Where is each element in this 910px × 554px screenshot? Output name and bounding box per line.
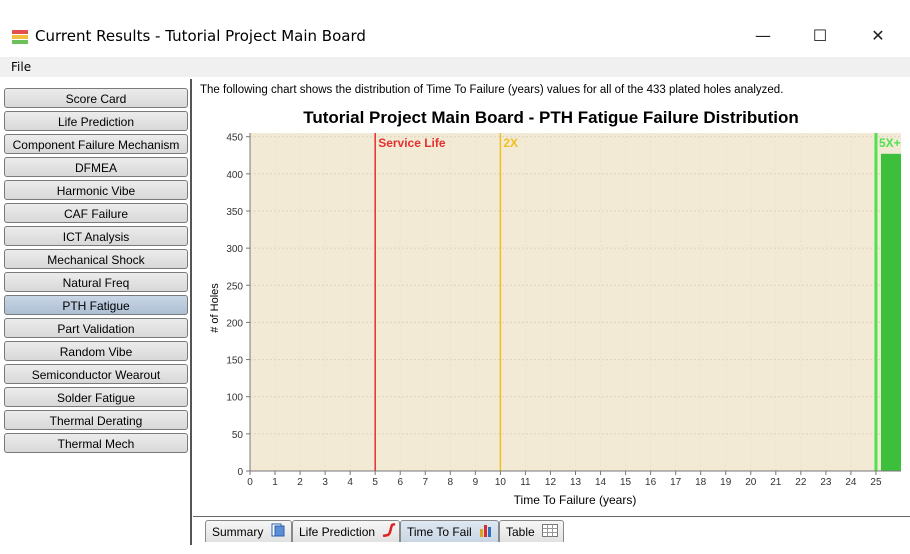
- tab-summary[interactable]: Summary: [205, 520, 292, 542]
- x-tick-label: 23: [820, 477, 832, 488]
- sidebar-item-life-prediction[interactable]: Life Prediction: [4, 111, 188, 131]
- minimize-button[interactable]: —: [740, 18, 786, 54]
- tab-time-to-fail-label: Time To Fail: [407, 525, 472, 539]
- sidebar-item-dfmea[interactable]: DFMEA: [4, 157, 188, 177]
- y-tick-label: 50: [232, 430, 244, 441]
- failure-distribution-chart: Tutorial Project Main Board - PTH Fatigu…: [209, 108, 901, 507]
- life-curve-icon: [382, 522, 396, 544]
- tab-time-to-fail[interactable]: Time To Fail: [400, 520, 499, 542]
- sidebar-item-harmonic-vibe[interactable]: Harmonic Vibe: [4, 180, 188, 200]
- sidebar-item-component-failure-mechanism[interactable]: Component Failure Mechanism: [4, 134, 188, 154]
- table-icon: [542, 522, 559, 544]
- x-axis-label: Time To Failure (years): [514, 493, 637, 507]
- y-tick-label: 450: [226, 133, 243, 144]
- y-tick-label: 250: [226, 281, 243, 292]
- sidebar-item-part-validation[interactable]: Part Validation: [4, 318, 188, 338]
- y-tick-label: 150: [226, 356, 243, 367]
- marker-label-1: 2X: [503, 136, 518, 150]
- y-tick-label: 100: [226, 393, 243, 404]
- sidebar-item-natural-freq[interactable]: Natural Freq: [4, 272, 188, 292]
- x-tick-label: 2: [297, 477, 303, 488]
- x-tick-label: 10: [495, 477, 507, 488]
- x-tick-label: 3: [322, 477, 328, 488]
- x-tick-label: 16: [645, 477, 657, 488]
- x-tick-label: 1: [272, 477, 278, 488]
- x-tick-label: 0: [247, 477, 253, 488]
- x-tick-label: 4: [347, 477, 353, 488]
- maximize-button[interactable]: ☐: [797, 18, 843, 54]
- x-tick-label: 5: [372, 477, 378, 488]
- y-tick-label: 300: [226, 244, 243, 255]
- y-tick-label: 0: [237, 467, 243, 478]
- title-bar: Current Results - Tutorial Project Main …: [0, 0, 910, 56]
- window-title: Current Results - Tutorial Project Main …: [35, 27, 366, 45]
- sidebar-item-score-card[interactable]: Score Card: [4, 88, 188, 108]
- x-tick-label: 24: [845, 477, 857, 488]
- x-tick-label: 18: [695, 477, 707, 488]
- tab-life-prediction[interactable]: Life Prediction: [292, 520, 400, 542]
- x-tick-label: 15: [620, 477, 632, 488]
- x-tick-label: 21: [770, 477, 782, 488]
- x-tick-label: 11: [520, 477, 531, 488]
- sidebar-item-thermal-mech[interactable]: Thermal Mech: [4, 433, 188, 453]
- tab-table[interactable]: Table: [499, 520, 564, 542]
- y-tick-label: 400: [226, 170, 243, 181]
- x-tick-label: 7: [422, 477, 428, 488]
- x-tick-label: 20: [745, 477, 757, 488]
- close-button[interactable]: ✕: [855, 18, 901, 54]
- x-tick-label: 14: [595, 477, 607, 488]
- chart-title: Tutorial Project Main Board - PTH Fatigu…: [303, 108, 799, 127]
- x-tick-label: 6: [397, 477, 403, 488]
- sidebar-item-random-vibe[interactable]: Random Vibe: [4, 341, 188, 361]
- y-tick-label: 200: [226, 318, 243, 329]
- x-tick-label: 8: [448, 477, 454, 488]
- sidebar-item-caf-failure[interactable]: CAF Failure: [4, 203, 188, 223]
- app-icon: [12, 30, 28, 44]
- sidebar: Score Card Life Prediction Component Fai…: [0, 79, 192, 545]
- x-tick-label: 19: [720, 477, 732, 488]
- sidebar-item-solder-fatigue[interactable]: Solder Fatigue: [4, 387, 188, 407]
- marker-label-0: Service Life: [378, 136, 446, 150]
- tab-table-label: Table: [506, 525, 535, 539]
- y-tick-label: 350: [226, 207, 243, 218]
- sidebar-item-thermal-derating[interactable]: Thermal Derating: [4, 410, 188, 430]
- tab-summary-label: Summary: [212, 525, 264, 539]
- marker-label-2: 5X+: [879, 136, 901, 150]
- x-tick-label: 25: [870, 477, 882, 488]
- sidebar-item-mechanical-shock[interactable]: Mechanical Shock: [4, 249, 188, 269]
- tab-life-prediction-label: Life Prediction: [299, 525, 376, 539]
- bar-0: [880, 153, 901, 472]
- x-tick-label: 13: [570, 477, 582, 488]
- bar-chart-icon: [479, 522, 493, 544]
- main-panel: The following chart shows the distributi…: [193, 79, 910, 515]
- view-tab-bar: Summary Life Prediction Time To Fail Tab…: [193, 516, 910, 546]
- y-axis-label: # of Holes: [209, 283, 221, 333]
- sidebar-item-pth-fatigue[interactable]: PTH Fatigue: [4, 295, 188, 315]
- sidebar-item-semiconductor-wearout[interactable]: Semiconductor Wearout: [4, 364, 188, 384]
- menu-bar: File: [0, 57, 910, 77]
- x-tick-label: 12: [545, 477, 557, 488]
- menu-file[interactable]: File: [11, 60, 31, 74]
- summary-icon: [271, 522, 285, 544]
- x-tick-label: 22: [795, 477, 807, 488]
- x-tick-label: 9: [473, 477, 479, 488]
- sidebar-item-ict-analysis[interactable]: ICT Analysis: [4, 226, 188, 246]
- x-tick-label: 17: [670, 477, 682, 488]
